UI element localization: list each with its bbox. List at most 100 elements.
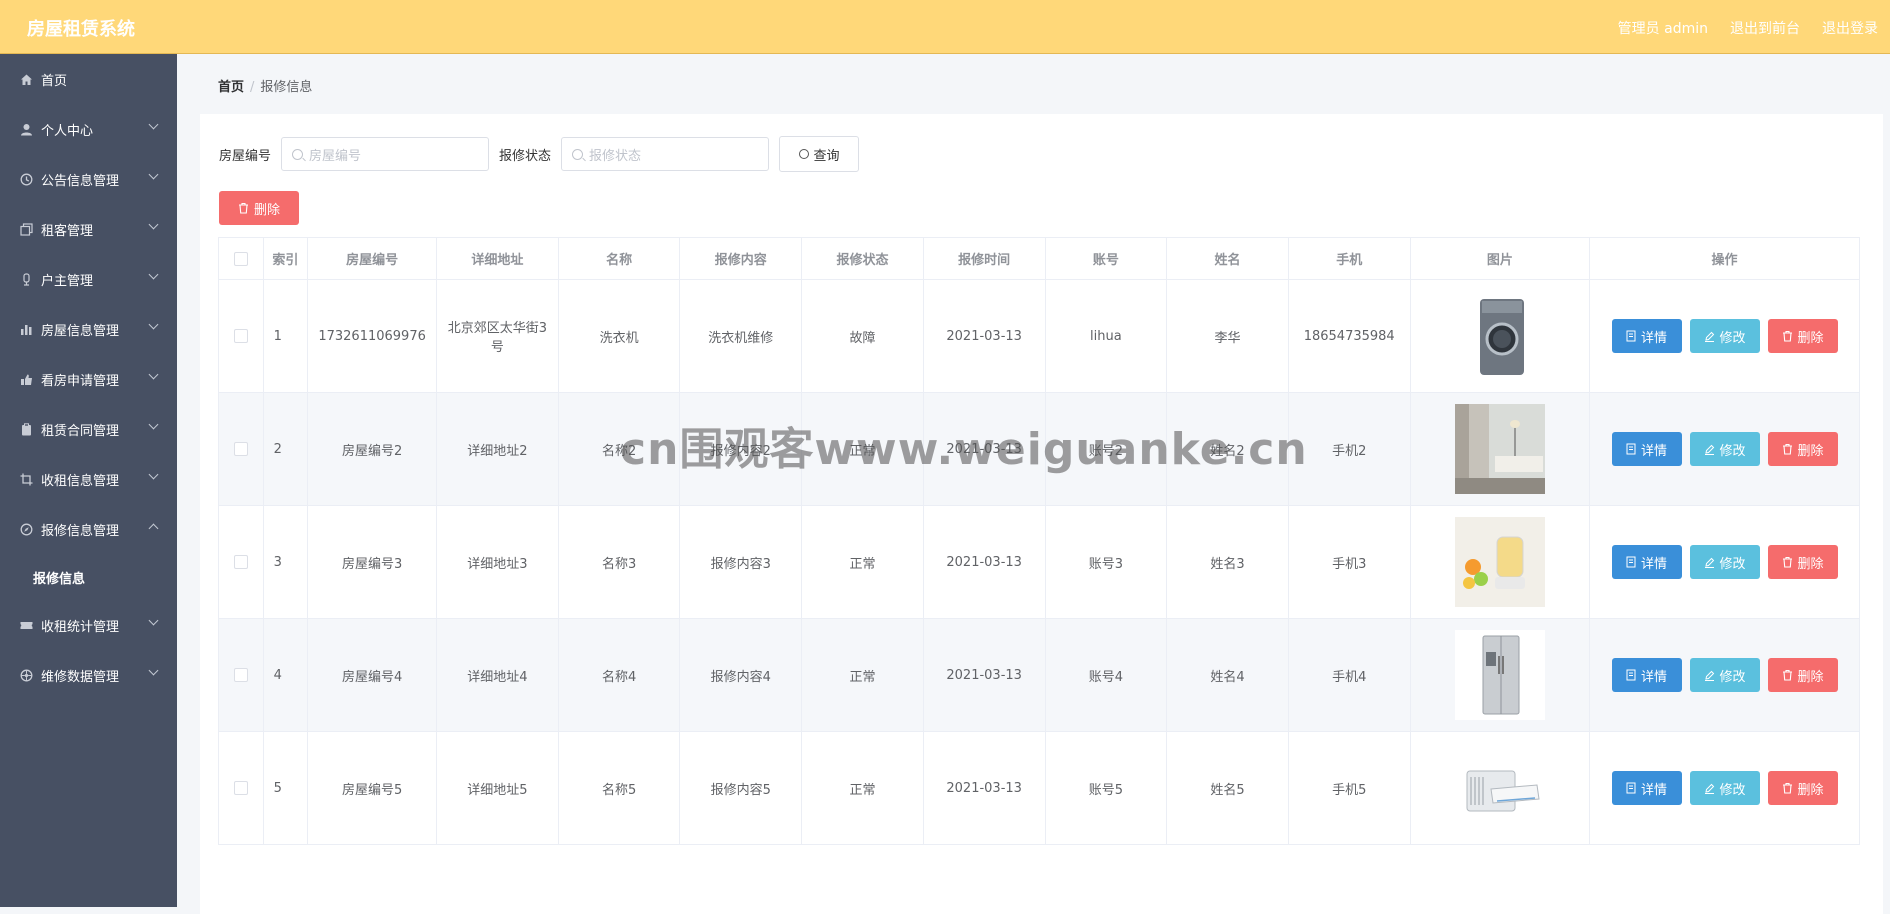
detail-label: 详情 (1641, 443, 1668, 459)
globe-icon (20, 669, 33, 682)
row-select-cell (218, 505, 264, 619)
sidebar-item-label: 租客管理 (41, 223, 94, 239)
status-cell: 正常 (801, 731, 924, 845)
main-content: 首页 / 报修信息 房屋编号 房屋编号 报修状态 报修状态 查询 删除 索引 房… (177, 54, 1890, 914)
delete-button[interactable]: 删除 (1767, 432, 1838, 466)
detail-label: 详情 (1641, 669, 1668, 685)
repair-status-input[interactable]: 报修状态 (561, 137, 770, 171)
sidebar-item-notice[interactable]: 公告信息管理 (0, 154, 177, 204)
edit-button[interactable]: 修改 (1689, 658, 1760, 692)
real-name-cell: 姓名4 (1166, 618, 1289, 732)
delete-button[interactable]: 删除 (1767, 545, 1838, 579)
name-cell: 名称5 (557, 731, 681, 845)
delete-button[interactable]: 删除 (1767, 658, 1838, 692)
sidebar-item-viewing-request[interactable]: 看房申请管理 (0, 354, 177, 404)
sidebar-item-owner[interactable]: 户主管理 (0, 254, 177, 304)
edit-button[interactable]: 修改 (1689, 545, 1760, 579)
detail-button[interactable]: 详情 (1611, 771, 1682, 805)
search-icon (292, 148, 304, 160)
repair-status-placeholder: 报修状态 (589, 148, 642, 164)
air-conditioner-image (1454, 743, 1545, 833)
detail-button[interactable]: 详情 (1611, 319, 1682, 353)
phone-cell: 手机4 (1287, 618, 1411, 732)
row-checkbox[interactable] (233, 781, 248, 795)
col-header: 报修内容 (679, 237, 803, 280)
house-no-cell: 房屋编号5 (307, 731, 438, 845)
chevron-down-icon (148, 369, 159, 380)
trash-icon (1782, 556, 1792, 568)
house-no-label: 房屋编号 (219, 148, 272, 164)
real-name-cell: 姓名3 (1166, 505, 1289, 619)
image-cell (1409, 279, 1591, 393)
time-cell: 2021-03-13 (922, 505, 1046, 619)
house-no-input[interactable]: 房屋编号 (281, 137, 490, 171)
sidebar-item-label: 租赁合同管理 (41, 423, 120, 439)
content-cell: 报修内容5 (679, 731, 803, 845)
address-cell: 详细地址5 (436, 731, 559, 845)
trash-icon (1782, 782, 1792, 794)
detail-label: 详情 (1641, 556, 1668, 572)
delete-button[interactable]: 删除 (1767, 319, 1838, 353)
col-header: 账号 (1044, 237, 1168, 280)
sidebar-item-rent-collection[interactable]: 收租信息管理 (0, 454, 177, 504)
operations-cell: 详情 修改 删除 (1589, 505, 1860, 619)
row-checkbox[interactable] (233, 329, 248, 343)
table-row[interactable]: 3 房屋编号3 详细地址3 名称3 报修内容3 正常 2021-03-13 账号3 姓名3 手机3… (218, 505, 1860, 619)
edit-icon (1704, 670, 1714, 681)
sidebar-item-lease-contract[interactable]: 租赁合同管理 (0, 404, 177, 454)
chevron-down-icon (148, 615, 159, 626)
sidebar-item-label: 看房申请管理 (41, 373, 120, 389)
sidebar-subitem-repair-info[interactable]: 报修信息 (0, 554, 177, 600)
col-header: 详细地址 (436, 237, 559, 280)
sidebar-item-house-info[interactable]: 房屋信息管理 (0, 304, 177, 354)
watermark: cn围观客www.weiguanke.cn (620, 424, 1308, 475)
detail-button[interactable]: 详情 (1611, 432, 1682, 466)
account-cell: 账号4 (1044, 618, 1168, 732)
status-cell: 故障 (801, 279, 924, 393)
batch-delete-button[interactable]: 删除 (219, 191, 299, 225)
row-checkbox[interactable] (233, 668, 248, 682)
house-no-placeholder: 房屋编号 (309, 148, 362, 164)
select-all-checkbox[interactable] (233, 251, 248, 266)
query-button-label: 查询 (813, 148, 840, 164)
logout-link[interactable]: 退出登录 (1822, 18, 1878, 38)
breadcrumb-home[interactable]: 首页 (218, 80, 244, 95)
document-icon (1626, 782, 1636, 794)
row-select-cell (218, 392, 264, 506)
row-checkbox[interactable] (233, 555, 248, 569)
table-row[interactable]: 1 1732611069976 北京郊区太华街3号 洗衣机 洗衣机维修 故障 2021-03… (218, 279, 1860, 393)
row-select-cell (218, 279, 264, 393)
top-header: 房屋租赁系统 管理员 admin 退出到前台 退出登录 (0, 0, 1890, 54)
account-cell: 账号5 (1044, 731, 1168, 845)
index-cell: 1 (262, 279, 309, 393)
clipboard-icon (20, 422, 33, 436)
table-row[interactable]: 4 房屋编号4 详细地址4 名称4 报修内容4 正常 2021-03-13 账号4 姓名4 手机4… (218, 618, 1860, 732)
sidebar-item-rent-statistics[interactable]: 收租统计管理 (0, 600, 177, 650)
edit-icon (1704, 331, 1714, 342)
table-row[interactable]: 5 房屋编号5 详细地址5 名称5 报修内容5 正常 2021-03-13 账号5 姓名5 手机5… (218, 731, 1860, 845)
table-header-row: 索引 房屋编号 详细地址 名称 报修内容 报修状态 报修时间 账号 姓名 手机 … (218, 237, 1860, 280)
sidebar-item-repair-management[interactable]: 报修信息管理 (0, 504, 177, 554)
address-cell: 详细地址3 (436, 505, 559, 619)
sidebar-item-label: 个人中心 (41, 123, 94, 139)
detail-button[interactable]: 详情 (1611, 658, 1682, 692)
col-header: 报修时间 (922, 237, 1046, 280)
delete-button[interactable]: 删除 (1767, 771, 1838, 805)
back-to-frontend-link[interactable]: 退出到前台 (1730, 18, 1800, 38)
sidebar-item-maintenance-data[interactable]: 维修数据管理 (0, 650, 177, 700)
row-checkbox[interactable] (233, 442, 248, 456)
phone-cell: 手机5 (1287, 731, 1411, 845)
sidebar-item-label: 维修数据管理 (41, 669, 120, 685)
query-button[interactable]: 查询 (779, 136, 860, 172)
edit-label: 修改 (1719, 782, 1746, 798)
repair-table: 索引 房屋编号 详细地址 名称 报修内容 报修状态 报修时间 账号 姓名 手机 … (218, 237, 1860, 845)
chevron-down-icon (148, 119, 159, 130)
sidebar-item-personal-center[interactable]: 个人中心 (0, 104, 177, 154)
detail-button[interactable]: 详情 (1611, 545, 1682, 579)
sidebar-item-tenant[interactable]: 租客管理 (0, 204, 177, 254)
house-no-cell: 房屋编号3 (307, 505, 438, 619)
edit-button[interactable]: 修改 (1689, 432, 1760, 466)
edit-button[interactable]: 修改 (1689, 319, 1760, 353)
sidebar-item-home[interactable]: 首页 (0, 54, 177, 104)
edit-button[interactable]: 修改 (1689, 771, 1760, 805)
